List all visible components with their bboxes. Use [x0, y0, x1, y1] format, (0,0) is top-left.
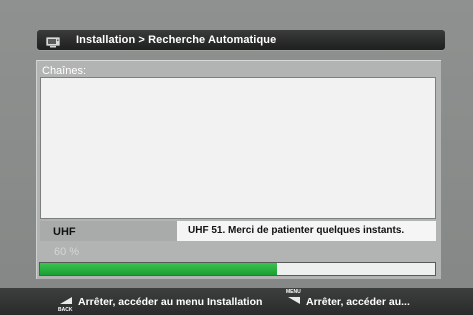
- menu-hint: MENU Arrêter, accéder au...: [285, 288, 410, 315]
- back-hint-text: Arrêter, accéder au menu Installation: [78, 295, 263, 308]
- band-label: UHF: [40, 221, 177, 241]
- tv-icon: [46, 35, 60, 47]
- progress-bar: [39, 262, 436, 276]
- back-hint: BACK Arrêter, accéder au menu Installati…: [57, 288, 262, 315]
- footer-bar: BACK Arrêter, accéder au menu Installati…: [0, 288, 473, 315]
- band-row: UHF UHF 51. Merci de patienter quelques …: [40, 221, 436, 241]
- scan-status-text: UHF 51. Merci de patienter quelques inst…: [177, 221, 436, 241]
- title-bar: Installation > Recherche Automatique: [37, 30, 445, 50]
- channels-label: Chaînes:: [42, 65, 87, 77]
- menu-hint-text: Arrêter, accéder au...: [306, 295, 410, 308]
- progress-fill: [40, 263, 277, 275]
- menu-key-icon: MENU: [285, 288, 303, 315]
- page-title: Installation > Recherche Automatique: [76, 34, 277, 46]
- back-key-caption: BACK: [58, 307, 73, 313]
- channel-list: [40, 77, 436, 219]
- scan-panel: Chaînes: UHF UHF 51. Merci de patienter …: [36, 60, 441, 279]
- progress-percent: 60 %: [54, 246, 80, 258]
- back-key-icon: BACK: [57, 288, 75, 315]
- screen: Installation > Recherche Automatique Cha…: [0, 0, 473, 315]
- menu-key-caption: MENU: [286, 289, 301, 295]
